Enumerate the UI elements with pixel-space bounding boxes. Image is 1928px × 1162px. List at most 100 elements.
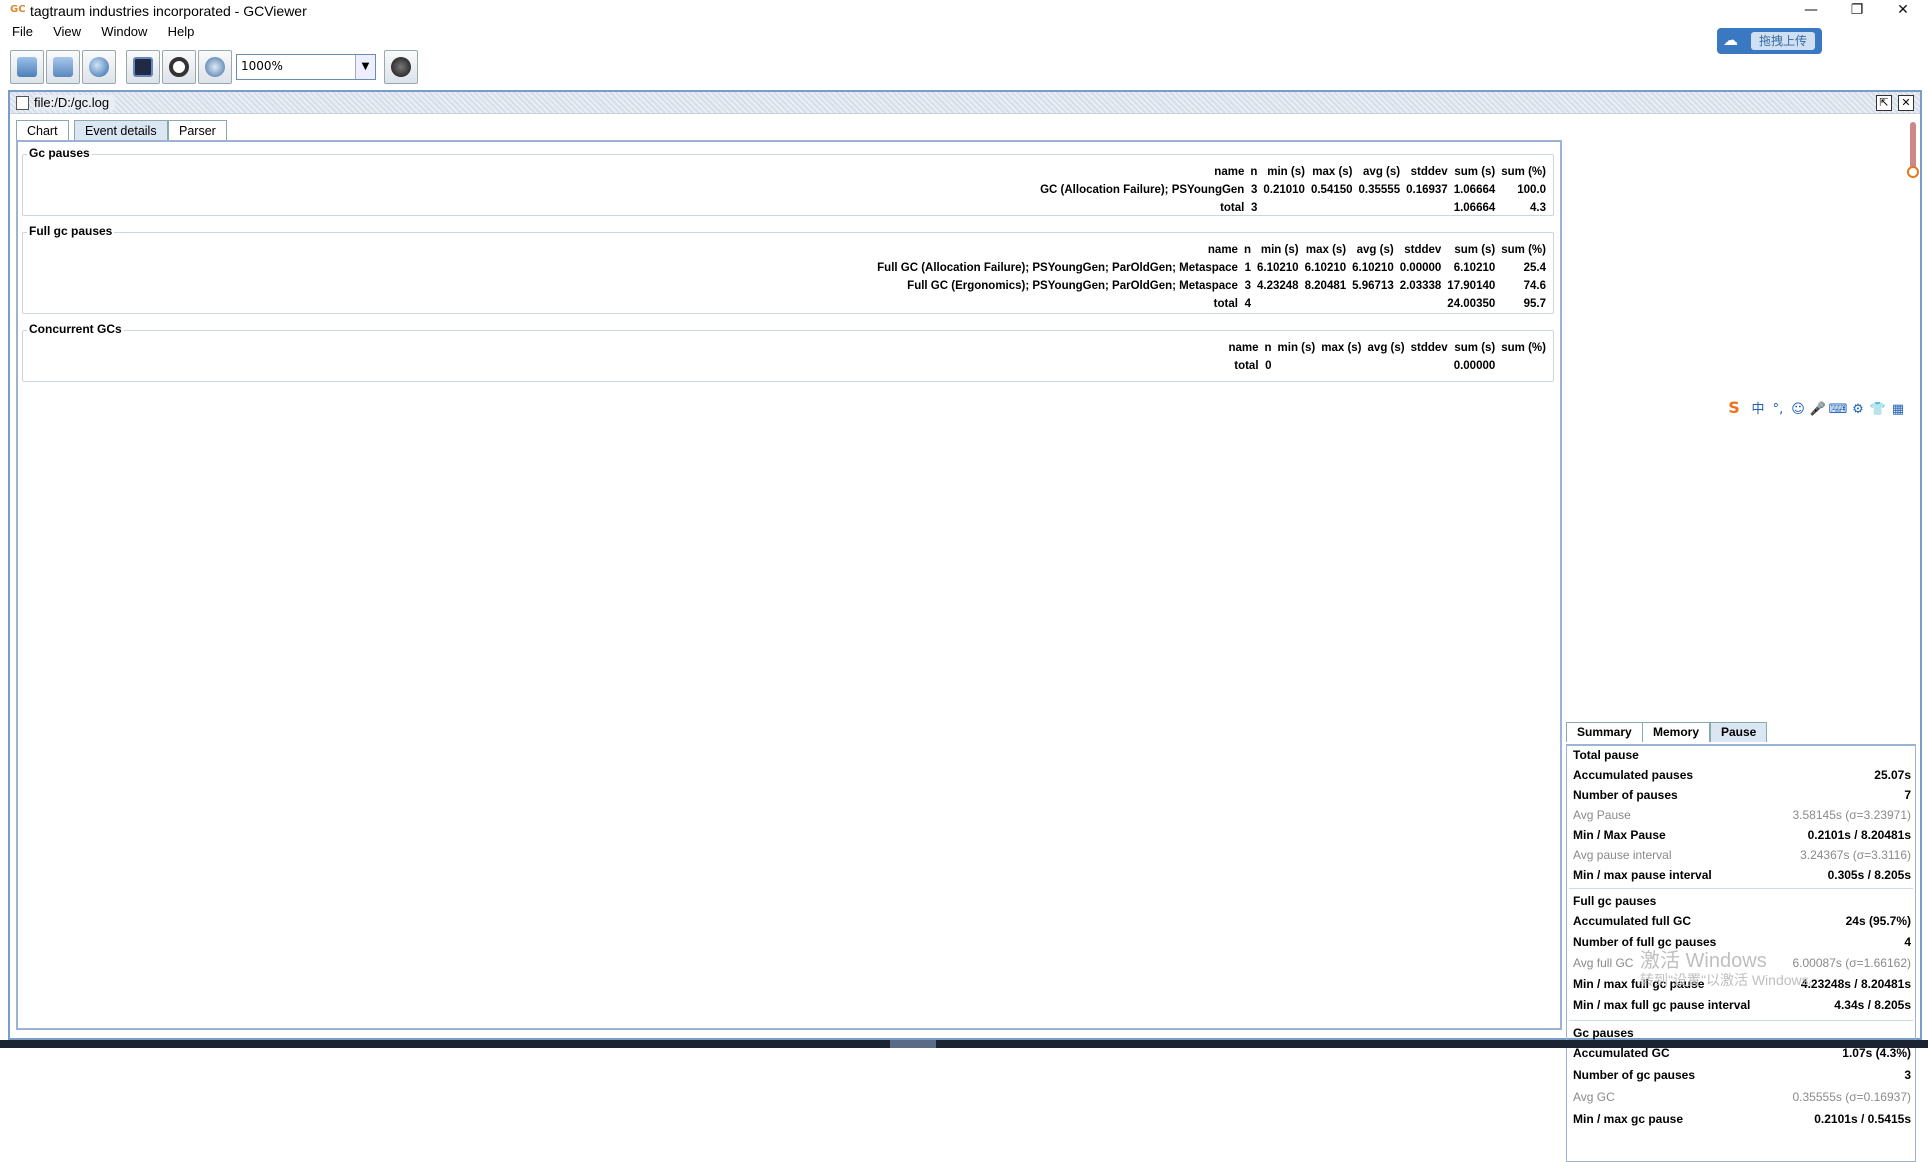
activation-watermark-text: 转到"设置"以激活 Windows。	[1640, 972, 1823, 988]
cell: 2.03338	[1399, 280, 1442, 292]
cell: 100.0	[1517, 184, 1546, 196]
frame-title: file:/D:/gc.log	[34, 95, 116, 110]
stat-row: Number of pauses 7	[1573, 786, 1913, 806]
stat-row: Min / max pause interval 0.305s / 8.205s	[1573, 866, 1913, 886]
cell	[1308, 199, 1356, 217]
table-header: name n min (s) max (s) avg (s) stddev su…	[1225, 339, 1549, 357]
menu-window[interactable]: Window	[101, 24, 147, 39]
stat-label: Avg full GC	[1573, 956, 1634, 970]
globe-button[interactable]	[82, 50, 116, 84]
stat-value: 7	[1904, 788, 1911, 802]
save-icon	[133, 57, 153, 77]
cell: 5.96713	[1352, 280, 1394, 292]
tab-pause[interactable]: Pause	[1710, 722, 1768, 742]
stat-value: 4.34s / 8.205s	[1834, 998, 1911, 1012]
menu-view[interactable]: View	[53, 24, 81, 39]
full-gc-pauses-stats-title: Full gc pauses	[1573, 894, 1657, 908]
upload-label: 拖拽上传	[1751, 32, 1816, 50]
gc-pauses-stats-title: Gc pauses	[1573, 1026, 1634, 1040]
cell: 6.10210	[1256, 262, 1299, 274]
tab-summary[interactable]: Summary	[1566, 722, 1643, 742]
sogou-logo-icon[interactable]: S	[1720, 398, 1748, 417]
ime-toolbar: S 中 °, ☺ 🎤 ⌨ ⚙ 👕 ▦	[1720, 398, 1926, 424]
table-total-row: total 4 24.00350 95.7	[874, 295, 1549, 313]
col-name: name	[1228, 342, 1259, 354]
tab-memory[interactable]: Memory	[1642, 722, 1711, 742]
close-frame-icon[interactable]: ✕	[1898, 95, 1914, 111]
stat-value: 0.2101s / 0.5415s	[1814, 1112, 1911, 1126]
menu-file[interactable]: File	[12, 24, 33, 39]
cell: 0.00000	[1399, 262, 1442, 274]
gc-pauses-group: Gc pauses name n min (s) max (s) avg (s)…	[22, 146, 1554, 217]
cell	[1397, 295, 1445, 313]
cell: Full GC (Allocation Failure); PSYoungGen…	[877, 262, 1238, 274]
settings-icon[interactable]: ⚙	[1848, 402, 1868, 417]
globe-icon	[89, 57, 109, 77]
zoom-slider-handle[interactable]	[1907, 166, 1919, 178]
menu-help[interactable]: Help	[168, 24, 195, 39]
stat-row: Avg GC 0.35555s (σ=0.16937)	[1573, 1088, 1913, 1108]
refresh-button[interactable]	[162, 50, 196, 84]
grid-menu-icon[interactable]: ▦	[1888, 402, 1908, 417]
col-min: min (s)	[1260, 244, 1299, 256]
watch-button[interactable]	[198, 50, 232, 84]
tab-chart[interactable]: Chart	[16, 120, 69, 142]
col-max: max (s)	[1305, 244, 1347, 256]
cell	[1408, 357, 1451, 375]
cell: 6.10210	[1453, 262, 1496, 274]
cell: 3	[1250, 184, 1258, 196]
stat-value: 0.305s / 8.205s	[1827, 868, 1911, 882]
frame-title-bar[interactable]: file:/D:/gc.log ⇱ ✕	[10, 92, 1920, 114]
cloud-icon: ☁	[1723, 31, 1738, 49]
cell	[1254, 295, 1302, 313]
document-icon	[16, 96, 29, 110]
stat-label: Min / max pause interval	[1573, 868, 1712, 882]
chinese-mode-icon[interactable]: 中	[1748, 398, 1768, 417]
col-n: n	[1243, 244, 1251, 256]
upload-badge[interactable]: ☁ 拖拽上传	[1717, 28, 1822, 54]
cell: 8.20481	[1304, 280, 1347, 292]
microphone-icon[interactable]: 🎤	[1808, 402, 1828, 417]
zoom-slider-track[interactable]	[1910, 122, 1916, 172]
cell: 74.6	[1523, 280, 1546, 292]
about-button[interactable]	[384, 50, 418, 84]
stat-value: 1.07s (4.3%)	[1842, 1046, 1911, 1060]
taskbar-item[interactable]	[890, 1040, 936, 1048]
tab-event-details[interactable]: Event details	[74, 120, 168, 142]
stat-value: 4	[1904, 935, 1911, 949]
restore-button[interactable]: ❐	[1834, 0, 1880, 22]
col-sum-pct: sum (%)	[1501, 166, 1546, 178]
concurrent-gcs-group: Concurrent GCs name n min (s) max (s) av…	[22, 322, 1554, 382]
stat-label: Avg Pause	[1573, 808, 1631, 822]
close-button[interactable]: ✕	[1880, 0, 1926, 22]
emoji-icon[interactable]: ☺	[1788, 402, 1808, 417]
open-file-button[interactable]	[10, 50, 44, 84]
zoom-combobox[interactable]: 1000% ▼	[236, 54, 376, 80]
right-panel: Summary Memory Pause Total pause Accumul…	[1564, 114, 1920, 1162]
minimize-button[interactable]: —	[1788, 0, 1834, 22]
col-stddev: stddev	[1410, 342, 1448, 354]
stat-value: 3	[1904, 1068, 1911, 1082]
stat-value: 3.24367s (σ=3.3116)	[1800, 848, 1911, 862]
punctuation-icon[interactable]: °,	[1768, 402, 1788, 417]
col-n: n	[1250, 166, 1258, 178]
table-header: name n min (s) max (s) avg (s) stddev su…	[1037, 163, 1549, 181]
stats-tabs: Summary Memory Pause	[1566, 722, 1916, 744]
event-details-panel: Gc pauses name n min (s) max (s) avg (s)…	[16, 140, 1562, 1030]
cell: 4	[1244, 298, 1251, 310]
open-url-button[interactable]	[46, 50, 80, 84]
keyboard-icon[interactable]: ⌨	[1828, 402, 1848, 417]
stat-row: Accumulated full GC 24s (95.7%)	[1573, 912, 1913, 932]
cell	[1275, 357, 1319, 375]
chevron-down-icon[interactable]: ▼	[355, 55, 375, 79]
tab-parser[interactable]: Parser	[168, 120, 227, 142]
col-avg: avg (s)	[1363, 166, 1401, 178]
col-sum: sum (s)	[1454, 342, 1496, 354]
save-button[interactable]	[126, 50, 160, 84]
skin-icon[interactable]: 👕	[1868, 402, 1888, 417]
cell: 4.3	[1530, 202, 1546, 214]
cell: 1	[1244, 262, 1251, 274]
cell: 3	[1244, 280, 1251, 292]
cell: 0.35555	[1358, 184, 1401, 196]
maximize-frame-icon[interactable]: ⇱	[1876, 95, 1892, 111]
